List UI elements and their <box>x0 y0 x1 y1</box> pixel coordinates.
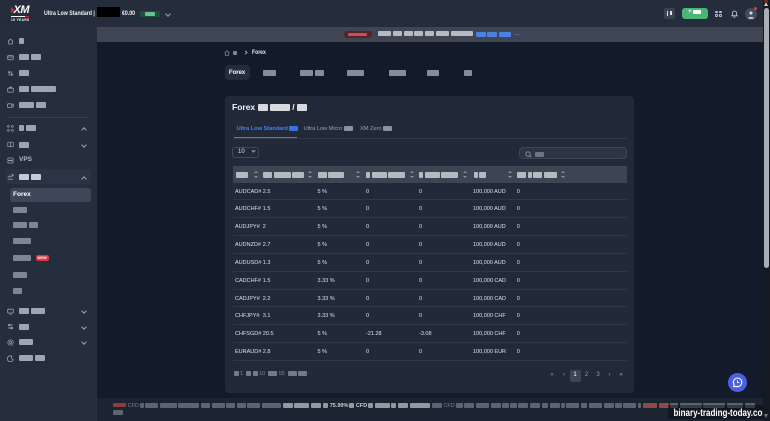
svg-text:binary-trading-today.com: binary-trading-today.com <box>674 408 770 419</box>
